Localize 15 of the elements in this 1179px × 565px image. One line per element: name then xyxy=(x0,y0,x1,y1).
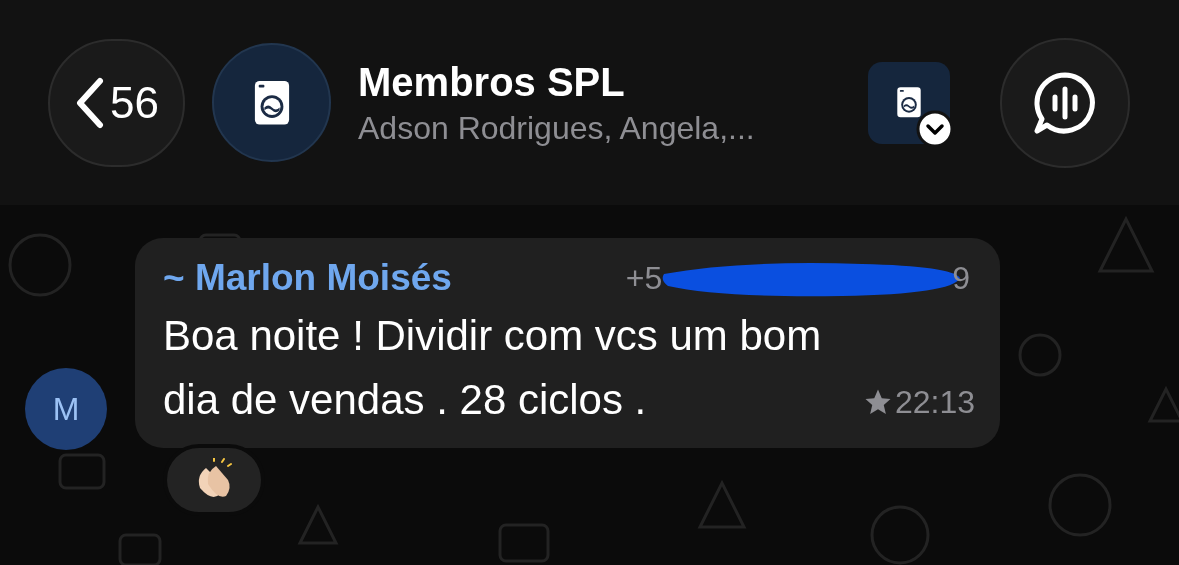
voice-bubble-icon xyxy=(1033,70,1097,135)
washing-machine-icon xyxy=(252,78,291,127)
message-time: 22:13 xyxy=(895,383,976,422)
chat-title: Membros SPL xyxy=(358,58,626,106)
chevron-down-badge-icon xyxy=(916,109,954,148)
sender-phone-end: 9 xyxy=(952,259,970,298)
group-thumbnail[interactable] xyxy=(868,61,950,144)
chat-subtitle: Adson Rodrigues, Angela,... xyxy=(358,108,755,148)
message-text: Boa noite ! Dividir com vcs um bom dia de vendas . 28 ciclos . xyxy=(163,311,823,425)
chevron-left-icon xyxy=(74,76,104,129)
sender-phone: +5 xyxy=(625,259,663,298)
sender-avatar[interactable]: M xyxy=(25,368,107,450)
sender-name[interactable]: ~ Marlon Moisés xyxy=(163,250,452,306)
back-button[interactable]: 56 xyxy=(48,38,185,167)
washing-machine-icon xyxy=(896,86,922,119)
